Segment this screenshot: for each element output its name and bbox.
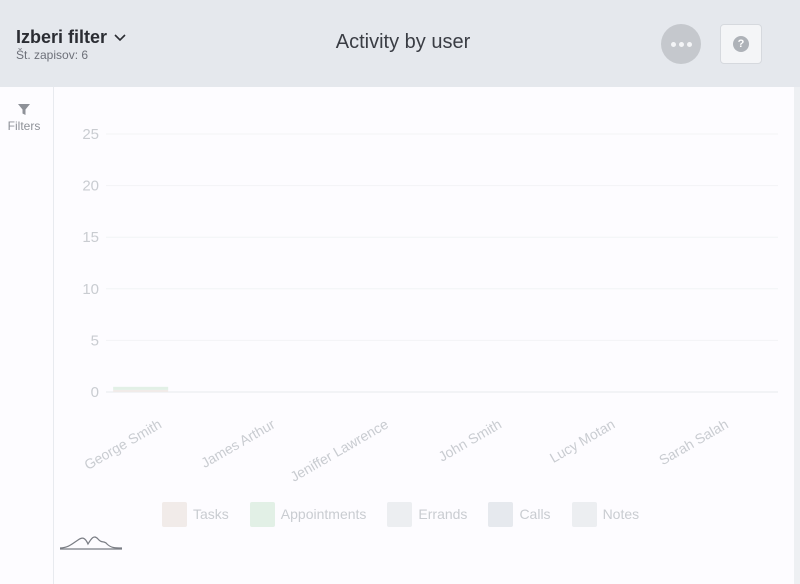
y-tick-label: 0 [91,384,99,401]
dot-icon [686,41,692,47]
help-icon: ? [733,36,749,52]
help-button[interactable]: ? [720,24,762,64]
bar-appointments[interactable] [113,386,169,390]
y-tick-label: 20 [82,178,99,195]
y-tick-label: 25 [82,126,99,143]
sidebar: Filters [0,87,54,584]
y-tick-label: 15 [82,229,99,246]
x-tick-label: John Smith [436,416,505,465]
legend-label-calls: Calls [519,506,551,522]
legend-label-appointments: Appointments [280,506,367,522]
legend-item-notes[interactable]: Notes [571,501,640,527]
legend-swatch-notes [571,501,597,527]
filters-label: Filters [7,119,41,133]
legend-item-tasks[interactable]: Tasks [162,501,229,527]
legend-swatch-calls [488,501,514,527]
x-tick-label: Sarah Salah [656,416,731,468]
dot-icon [670,41,676,47]
chart-type-thumbnail-icon[interactable] [60,532,122,552]
header-bar: Izberi filter Št. zapisov: 6 Activity by… [0,0,800,87]
legend-swatch-errands [387,501,413,527]
legend-swatch-tasks [162,501,187,527]
chart-legend: Tasks Appointments Errands Calls Notes [162,500,660,528]
x-tick-label: James Arthur [198,416,278,471]
x-tick-label: Lucy Motan [547,416,618,466]
filter-funnel-icon [18,104,30,115]
legend-item-errands[interactable]: Errands [387,501,468,527]
dot-icon [678,41,684,47]
scrollbar-track[interactable] [794,87,800,584]
legend-label-tasks: Tasks [193,506,229,522]
filters-button[interactable]: Filters [0,103,48,133]
bar-tasks[interactable] [113,389,169,392]
x-tick-label: George Smith [81,416,164,473]
legend-swatch-appointments [249,501,275,527]
y-tick-label: 10 [82,281,99,298]
more-options-button[interactable] [661,24,701,64]
bar-chart: 0 5 10 15 20 25 George Smith James Arthur Jeniff… [81,126,778,485]
legend-label-notes: Notes [602,506,640,522]
x-tick-label: Jeniffer Lawrence [287,416,391,485]
legend-item-calls[interactable]: Calls [488,501,551,527]
legend-item-appointments[interactable]: Appointments [249,501,367,527]
y-tick-label: 5 [91,332,99,349]
legend-label-errands: Errands [418,506,468,522]
chart-area: 0 5 10 15 20 25 George Smith James Arthur Jeniff… [54,87,794,584]
